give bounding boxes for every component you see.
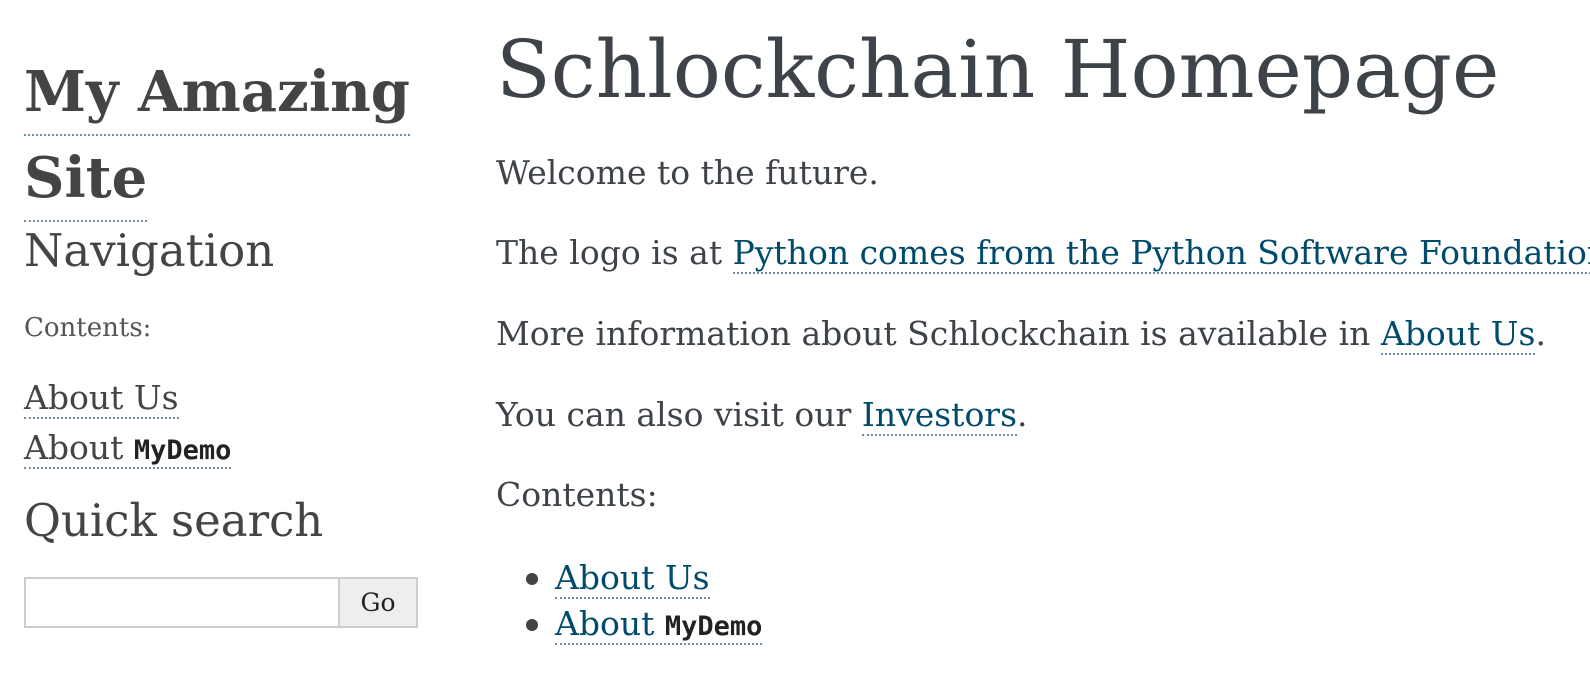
sidebar-link-mydemo-code: MyDemo [133,435,232,466]
sidebar-link-about-us[interactable]: About Us [24,378,179,419]
bullet-icon [526,573,538,585]
site-title-line-2[interactable]: Site [24,136,148,222]
sidebar-contents-list: About Us About MyDemo [24,373,232,473]
information-paragraph: More information about Schlockchain is a… [496,314,1546,355]
content-link-about-mydemo[interactable]: About MyDemo [555,604,763,645]
navigation-heading: Navigation [24,224,275,277]
list-item-about-mydemo: About MyDemo [496,601,763,647]
information-paragraph-prefix: More information about Schlockchain is a… [496,314,1381,353]
logo-paragraph: The logo is at Python comes from the Pyt… [496,233,1590,274]
sidebar-link-about-prefix: About [24,428,124,467]
list-item-about-us: About Us [496,555,762,601]
investors-link[interactable]: Investors [861,395,1018,436]
python-foundation-link[interactable]: Python comes from the Python Software Fo… [732,233,1590,274]
main-contents-label: Contents: [496,475,658,514]
quick-search-form: Go [24,577,418,628]
content-link-about-prefix: About [555,604,655,643]
about-us-inline-link[interactable]: About Us [1380,314,1536,355]
sidebar-item-about-us: About Us [24,373,231,423]
site-title[interactable]: My Amazing Site [24,50,454,222]
welcome-paragraph: Welcome to the future. [496,153,879,192]
visit-paragraph-suffix: . [1017,395,1028,434]
content-link-mydemo-code: MyDemo [664,611,763,642]
sidebar-contents-label: Contents: [24,313,152,343]
page: My Amazing Site Navigation Contents: Abo… [0,0,1590,676]
site-title-line-1[interactable]: My Amazing [24,50,410,136]
logo-paragraph-prefix: The logo is at [496,233,733,272]
visit-paragraph: You can also visit our Investors. [496,395,1028,436]
information-paragraph-suffix: . [1535,314,1546,353]
sidebar-link-about-mydemo[interactable]: About MyDemo [24,428,232,469]
bullet-icon [526,619,538,631]
main-contents-list: About Us About MyDemo [496,555,763,647]
quick-search-heading: Quick search [24,494,324,547]
sidebar-item-about-mydemo: About MyDemo [24,423,232,473]
page-title: Schlockchain Homepage [496,23,1500,116]
visit-paragraph-prefix: You can also visit our [496,395,862,434]
search-go-button[interactable]: Go [338,577,418,628]
content-link-about-us[interactable]: About Us [555,558,710,599]
search-input[interactable] [24,577,338,628]
